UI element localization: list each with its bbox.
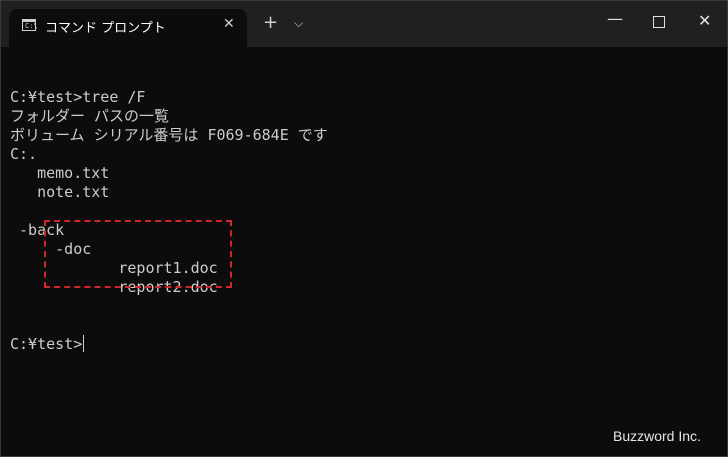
terminal-window: C:\ コマンド プロンプト ✕ + ⌵ — ✕ C:¥test>tree /F… [0,0,728,457]
prompt-text: C:¥test> [10,335,83,353]
tab-command-prompt[interactable]: C:\ コマンド プロンプト ✕ [9,9,247,47]
terminal-line: memo.txt [10,164,110,182]
new-tab-button[interactable]: + [263,13,278,33]
terminal-line-command: C:¥test>tree /F [10,88,146,106]
title-bar: C:\ コマンド プロンプト ✕ + ⌵ — ✕ [1,1,727,47]
terminal-line: C:. [10,145,38,163]
command-prompt-icon: C:\ [22,19,38,31]
close-tab-icon[interactable]: ✕ [223,16,235,32]
prompt-line[interactable]: C:¥test> [10,335,720,354]
text-cursor [83,335,85,352]
watermark: Buzzword Inc. [613,428,701,444]
tab-title: コマンド プロンプト [45,21,166,36]
maximize-button[interactable] [653,16,665,28]
highlight-box [44,220,232,288]
minimize-button[interactable]: — [607,10,623,28]
terminal-line: note.txt [10,183,110,201]
terminal-output[interactable]: C:¥test>tree /F フォルダー パスの一覧 ボリューム シリアル番号… [10,69,720,369]
terminal-line: ボリューム シリアル番号は F069-684E です [10,126,328,144]
tab-dropdown-icon[interactable]: ⌵ [294,15,303,31]
terminal-line: フォルダー パスの一覧 [10,107,170,125]
close-window-button[interactable]: ✕ [698,12,711,30]
